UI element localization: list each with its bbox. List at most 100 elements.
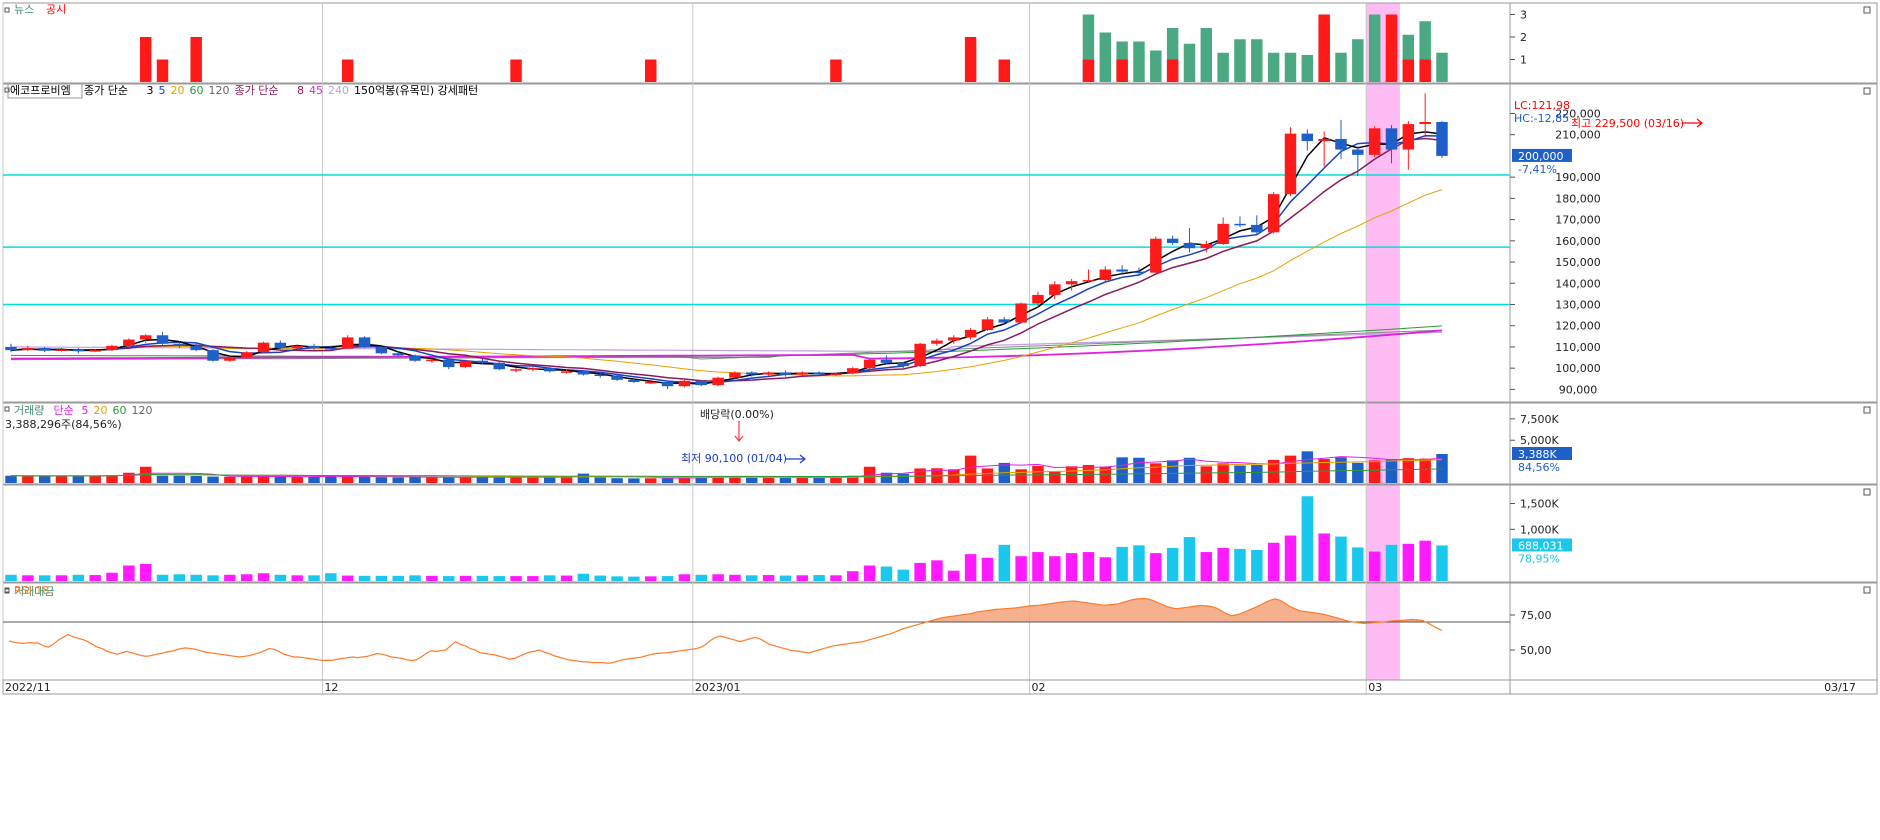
amount-bar bbox=[224, 574, 236, 581]
candle-body bbox=[38, 348, 51, 351]
amount-bar bbox=[1352, 547, 1364, 581]
amount-bar bbox=[544, 575, 556, 581]
volume-legend-item: 20 bbox=[94, 404, 108, 417]
candle-body bbox=[1133, 271, 1145, 274]
chart-canvas[interactable]: 뉴스 공시 321에코프로비엠 종가 단순 3 5 20 60 120 종가 단순 8 45 240 15… bbox=[0, 0, 1880, 836]
volume-bar bbox=[1234, 465, 1246, 483]
amount-bar bbox=[729, 574, 741, 581]
disclosure-bar bbox=[1385, 14, 1398, 82]
current-pct-label: -7,41% bbox=[1518, 163, 1557, 176]
price-legend-item: 5 bbox=[159, 84, 166, 97]
amount-bar bbox=[863, 565, 876, 581]
volume-tick-label: 7,500K bbox=[1520, 413, 1559, 426]
candle-body bbox=[1385, 128, 1398, 150]
amount-bar bbox=[308, 575, 320, 581]
candle-body bbox=[139, 335, 152, 340]
amount-bar bbox=[1065, 553, 1078, 581]
candle-body bbox=[981, 319, 994, 330]
stock-chart[interactable]: 뉴스 공시 3 2 1 에코프로비엠 종가 단순 3 5 20 60 120 종가 단순 8 45 240 15… bbox=[0, 0, 1880, 836]
news-bar bbox=[1284, 52, 1297, 82]
candle-body bbox=[746, 372, 758, 375]
volume-bar bbox=[527, 477, 539, 483]
candle-body bbox=[106, 345, 118, 351]
candle-body bbox=[914, 343, 926, 367]
low-annotation: 최저 90,100 (01/04) bbox=[681, 452, 787, 465]
disclosure-bar bbox=[1402, 59, 1415, 82]
candle-body bbox=[1284, 133, 1297, 195]
amount-bar bbox=[291, 575, 303, 581]
amount-bar bbox=[459, 575, 472, 581]
candle-body bbox=[729, 372, 741, 378]
candle-body bbox=[628, 379, 640, 382]
volume-bar bbox=[746, 477, 758, 483]
amount-bar bbox=[1183, 537, 1196, 581]
candle-body bbox=[173, 343, 186, 346]
volume-bar bbox=[661, 478, 674, 483]
candle-body bbox=[1049, 284, 1061, 295]
x-axis-label: 03 bbox=[1368, 681, 1382, 694]
price-tick-label: 120,000 bbox=[1555, 320, 1601, 333]
candle-body bbox=[156, 335, 169, 344]
amount-bar bbox=[257, 573, 270, 581]
amount-bar bbox=[611, 576, 623, 581]
rsi-legend: RSI 18 bbox=[14, 584, 49, 597]
news-bar bbox=[1234, 39, 1246, 82]
volume-bar bbox=[897, 473, 909, 483]
candle-body bbox=[830, 373, 842, 375]
x-axis-label: 2022/11 bbox=[5, 681, 51, 694]
amount-bar bbox=[510, 576, 522, 581]
volume-bar bbox=[813, 477, 825, 483]
price-tick-label: 180,000 bbox=[1555, 192, 1601, 205]
amount-bar bbox=[1032, 552, 1044, 581]
candle-body bbox=[224, 357, 236, 361]
volume-bar bbox=[308, 476, 320, 483]
amount-bar bbox=[1200, 552, 1213, 581]
volume-bar bbox=[762, 477, 775, 483]
amount-bar bbox=[931, 560, 943, 581]
candle-body bbox=[931, 340, 943, 344]
volume-bar bbox=[611, 478, 623, 483]
candle-body bbox=[678, 380, 691, 387]
amount-bar bbox=[1419, 540, 1431, 581]
volume-bar bbox=[1133, 457, 1145, 483]
candle-body bbox=[375, 346, 388, 354]
volume-bar bbox=[510, 477, 522, 483]
volume-bar bbox=[493, 477, 505, 483]
news-tick-label: 2 bbox=[1520, 31, 1527, 44]
amount-bar bbox=[897, 569, 909, 581]
volume-bar bbox=[645, 478, 657, 483]
volume-bar bbox=[38, 475, 51, 483]
amount-bar bbox=[106, 572, 118, 581]
news-bar bbox=[1352, 39, 1364, 82]
amount-bar bbox=[712, 574, 724, 581]
amount-bar bbox=[358, 575, 371, 581]
candle-body bbox=[1234, 223, 1246, 226]
disclosure-bar bbox=[190, 37, 202, 82]
candle-body bbox=[1436, 121, 1448, 156]
amount-bar bbox=[880, 566, 893, 581]
amount-bar bbox=[645, 576, 657, 581]
candle-body bbox=[1368, 128, 1381, 155]
amount-bar bbox=[998, 544, 1011, 581]
rsi-tick-label: 75,00 bbox=[1520, 609, 1552, 622]
volume-bar bbox=[375, 477, 388, 483]
price-tick-label: 140,000 bbox=[1555, 277, 1601, 290]
volume-bar bbox=[341, 476, 354, 483]
candle-body bbox=[863, 359, 876, 369]
volume-bar bbox=[594, 477, 606, 483]
price-tick-label: 160,000 bbox=[1555, 235, 1601, 248]
amount-bar bbox=[139, 563, 152, 581]
disclosure-bar bbox=[510, 59, 522, 82]
disclosure-bar bbox=[341, 59, 354, 82]
price-legend-item: 종가 단순 bbox=[235, 84, 279, 97]
price-tick-label: 110,000 bbox=[1555, 341, 1601, 354]
news-bar bbox=[1217, 52, 1229, 82]
price-tick-label: 130,000 bbox=[1555, 298, 1601, 311]
amount-bar bbox=[1385, 544, 1398, 581]
candle-body bbox=[544, 368, 556, 372]
candle-body bbox=[1200, 244, 1213, 249]
candle-body bbox=[695, 380, 707, 386]
amount-bar bbox=[1049, 556, 1061, 581]
amount-bar bbox=[847, 571, 859, 581]
candle-body bbox=[661, 381, 674, 387]
